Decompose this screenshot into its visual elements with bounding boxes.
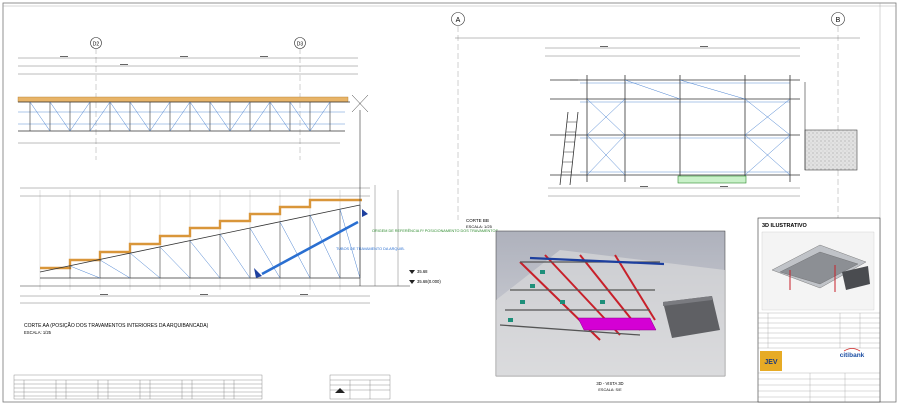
grid-label-a: A — [456, 17, 461, 24]
section-aa-scale: ESCALA: 1/25 — [24, 330, 52, 335]
grid-label-d3: D3 — [297, 42, 304, 48]
citibank-logo: citibank — [840, 352, 865, 359]
title-block: 3D ILUSTRATIVO JEV citibank — [757, 217, 881, 403]
grid-label-d2: D2 — [93, 42, 100, 48]
section-bb-title: CORTE BB — [466, 218, 489, 223]
render-caption: 3D - VISTA 3D — [596, 381, 623, 386]
level-label-1: 35.68 — [417, 269, 428, 274]
drawing-sheet: D2 D3 35.68 35.68(0.000) ORIGEM DE REFER… — [2, 2, 897, 403]
render-3d-view: 3D - VISTA 3D ESCALA: S/E — [495, 230, 726, 392]
section-aa-title: CORTE AA (POSIÇÃO DOS TRAVAMENTOS INTERI… — [24, 322, 209, 329]
level-label-2: 35.68(0.000) — [417, 279, 441, 284]
brace-note: TUBOS DE TRAVAMENTO DA ARQUIB. — [336, 247, 405, 251]
section-bb-scale: ESCALA: 1/25 — [466, 224, 493, 229]
title-block-heading: 3D ILUSTRATIVO — [762, 223, 808, 229]
grid-label-b: B — [836, 17, 841, 24]
render-caption-scale: ESCALA: S/E — [598, 388, 622, 392]
jev-logo: JEV — [764, 359, 778, 366]
